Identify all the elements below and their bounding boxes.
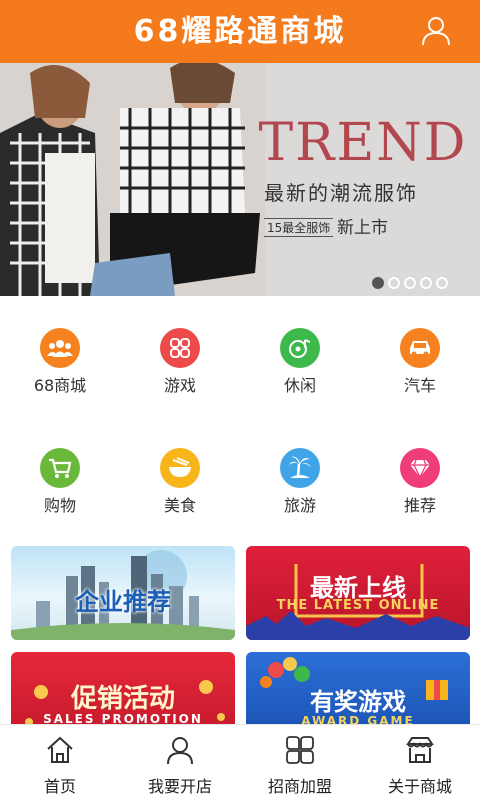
store-icon	[406, 737, 434, 763]
category-label: 旅游	[283, 496, 316, 515]
promo-tiles: 企业推荐 最新上线 THE LATEST ONLINE 促销活动 SALES P…	[0, 541, 480, 724]
carousel-dot[interactable]	[372, 277, 384, 289]
tile-subtitle: AWARD GAME	[301, 714, 415, 724]
bottom-tab-bar: 首页 我要开店 招商加盟 关于商城	[0, 724, 480, 800]
tile-title: 促销活动	[70, 684, 175, 714]
category-item-car[interactable]: 汽车	[360, 328, 480, 396]
tile-title: 企业推荐	[75, 588, 171, 616]
tab-label: 我要开店	[147, 777, 212, 796]
grid-icon	[160, 328, 200, 368]
tab-open-store[interactable]: 我要开店	[120, 725, 240, 800]
user-icon[interactable]	[420, 14, 452, 46]
tile-title: 有奖游戏	[310, 688, 406, 716]
banner-photo	[0, 63, 265, 296]
category-label: 美食	[163, 496, 196, 515]
tile-subtitle: THE LATEST ONLINE	[276, 598, 440, 613]
category-label: 购物	[43, 496, 76, 515]
banner-tag-small: 15最全服饰	[264, 218, 334, 237]
tile-enterprise[interactable]: 企业推荐	[11, 546, 235, 640]
tile-latest-online[interactable]: 最新上线 THE LATEST ONLINE	[246, 546, 470, 640]
category-label: 游戏	[163, 376, 196, 395]
group-icon	[40, 328, 80, 368]
category-label: 推荐	[403, 496, 436, 515]
cart-icon	[40, 448, 80, 488]
tab-about-mall[interactable]: 关于商城	[360, 725, 480, 800]
category-grid: 68商城 游戏 休闲 汽车 购物 美食 旅游 推荐	[0, 296, 480, 541]
tab-label: 招商加盟	[267, 777, 332, 796]
category-label: 汽车	[403, 376, 436, 395]
tile-subtitle: SALES PROMOTION	[43, 712, 203, 724]
tab-label: 关于商城	[387, 777, 452, 796]
carousel-dot[interactable]	[404, 277, 416, 289]
tile-award-game[interactable]: 有奖游戏 AWARD GAME	[246, 652, 470, 724]
banner-tag-big: 新上市	[337, 218, 388, 238]
category-item-shopping[interactable]: 购物	[0, 448, 120, 516]
page-title: 68耀路通商城	[133, 14, 347, 49]
tile-sales-promotion[interactable]: 促销活动 SALES PROMOTION	[11, 652, 235, 724]
category-label: 68商城	[33, 376, 87, 395]
app-header: 68耀路通商城	[0, 0, 480, 63]
diamond-icon	[400, 448, 440, 488]
category-item-games[interactable]: 游戏	[120, 328, 240, 396]
person-icon	[167, 737, 193, 765]
category-item-leisure[interactable]: 休闲	[240, 328, 360, 396]
carousel-dot[interactable]	[436, 277, 448, 289]
tab-franchise[interactable]: 招商加盟	[240, 725, 360, 800]
carousel-indicator[interactable]	[372, 277, 448, 289]
carousel-dot[interactable]	[388, 277, 400, 289]
tab-label: 首页	[43, 777, 76, 796]
category-label: 休闲	[283, 376, 316, 395]
bowl-icon	[160, 448, 200, 488]
category-item-68mall[interactable]: 68商城	[0, 328, 120, 396]
music-icon	[280, 328, 320, 368]
category-item-recommend[interactable]: 推荐	[360, 448, 480, 516]
promo-banner[interactable]: TREND 最新的潮流服饰 15最全服饰 新上市	[0, 63, 480, 296]
category-item-travel[interactable]: 旅游	[240, 448, 360, 516]
banner-headline: TREND	[258, 113, 468, 173]
palm-icon	[280, 448, 320, 488]
banner-subtitle: 最新的潮流服饰	[264, 181, 418, 205]
category-item-food[interactable]: 美食	[120, 448, 240, 516]
clover-icon	[286, 736, 314, 764]
home-icon	[47, 736, 73, 763]
tab-home[interactable]: 首页	[0, 725, 120, 800]
carousel-dot[interactable]	[420, 277, 432, 289]
car-icon	[400, 328, 440, 368]
